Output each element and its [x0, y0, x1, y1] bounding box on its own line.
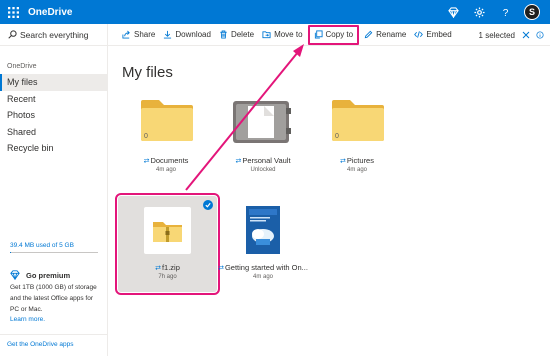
zip-folder-icon	[153, 222, 182, 242]
svg-text:?: ?	[502, 8, 508, 18]
sidebar-item-recycle-bin[interactable]: Recycle bin	[0, 140, 107, 157]
item-modified: 4m ago	[346, 167, 367, 173]
sidebar-item-photos[interactable]: Photos	[0, 107, 107, 124]
item-name: Documents	[150, 156, 189, 165]
item-name: f1.zip	[161, 263, 180, 272]
vault-icon	[233, 101, 291, 143]
item-modified: 4m ago	[155, 167, 176, 173]
main-content: My files 0 ⇄Documents 4m ago ⇄Personal V…	[108, 46, 550, 356]
sidebar-item-my-files[interactable]: My files	[0, 74, 107, 91]
folder-item-count: 0	[144, 133, 148, 140]
item-name: Pictures	[346, 156, 374, 165]
premium-description: Get 1TB (1000 GB) of storage and the lat…	[10, 284, 97, 313]
storage-bar-fill	[10, 252, 11, 253]
waffle-icon[interactable]	[0, 0, 26, 24]
code-icon	[414, 31, 424, 38]
sidebar: Search everything OneDrive My files Rece…	[0, 24, 108, 356]
sync-icon: ⇄	[218, 265, 224, 272]
item-status: Unlocked	[250, 167, 276, 173]
sidebar-item-recent[interactable]: Recent	[0, 91, 107, 108]
checkmark-icon[interactable]	[203, 200, 213, 210]
item-modified: 4m ago	[252, 274, 273, 280]
diamond-icon	[10, 270, 20, 280]
top-bar: OneDrive ? S	[0, 0, 550, 24]
page-title: My files	[122, 64, 173, 81]
move-icon	[262, 31, 271, 39]
storage-bar	[10, 252, 98, 253]
sync-icon: ⇄	[155, 265, 161, 272]
search-placeholder: Search everything	[20, 29, 89, 40]
document-thumbnail-icon	[246, 206, 280, 254]
embed-button[interactable]: Embed	[410, 24, 455, 46]
sync-icon: ⇄	[235, 158, 242, 165]
app-title[interactable]: OneDrive	[28, 7, 72, 18]
share-button[interactable]: Share	[118, 24, 159, 46]
trash-icon	[220, 30, 227, 39]
item-name: Personal Vault	[242, 156, 291, 165]
learn-more-link[interactable]: Learn more.	[10, 316, 102, 323]
delete-button[interactable]: Delete	[215, 24, 258, 46]
selected-count: 1 selected	[478, 30, 515, 40]
command-bar: Share Download Delete Move to Copy to Re…	[108, 24, 550, 46]
item-modified: 7h ago	[158, 274, 177, 280]
rename-button[interactable]: Rename	[360, 24, 410, 46]
sidebar-item-shared[interactable]: Shared	[0, 124, 107, 141]
zip-thumbnail	[144, 207, 191, 254]
diamond-icon[interactable]	[440, 0, 466, 24]
share-icon	[122, 30, 130, 39]
pencil-icon	[364, 30, 373, 39]
download-icon	[164, 30, 172, 39]
info-icon[interactable]	[533, 24, 547, 46]
move-to-button[interactable]: Move to	[258, 24, 306, 46]
storage-link[interactable]: 39.4 MB used of 5 GB	[10, 242, 74, 249]
clear-selection-icon[interactable]	[519, 24, 533, 46]
file-tile-f1-zip[interactable]: ⇄f1.zip 7h ago	[115, 193, 220, 295]
search-icon	[8, 30, 17, 39]
download-button[interactable]: Download	[159, 24, 215, 46]
gear-icon[interactable]	[466, 0, 492, 24]
sidebar-section-label: OneDrive	[7, 63, 37, 70]
copy-icon	[314, 30, 323, 39]
sync-icon: ⇄	[143, 158, 150, 165]
sync-icon: ⇄	[340, 158, 346, 165]
premium-title: Go premium	[26, 270, 71, 280]
folder-item-count: 0	[335, 133, 339, 140]
item-name: Getting started with On...	[224, 263, 308, 272]
copy-to-button[interactable]: Copy to	[307, 24, 361, 46]
get-apps-link[interactable]: Get the OneDrive apps	[0, 334, 108, 348]
premium-panel: Go premium Get 1TB (1000 GB) of storage …	[10, 270, 102, 323]
help-icon[interactable]: ?	[492, 0, 518, 24]
search-input[interactable]: Search everything	[0, 24, 107, 46]
avatar[interactable]: S	[524, 4, 540, 20]
